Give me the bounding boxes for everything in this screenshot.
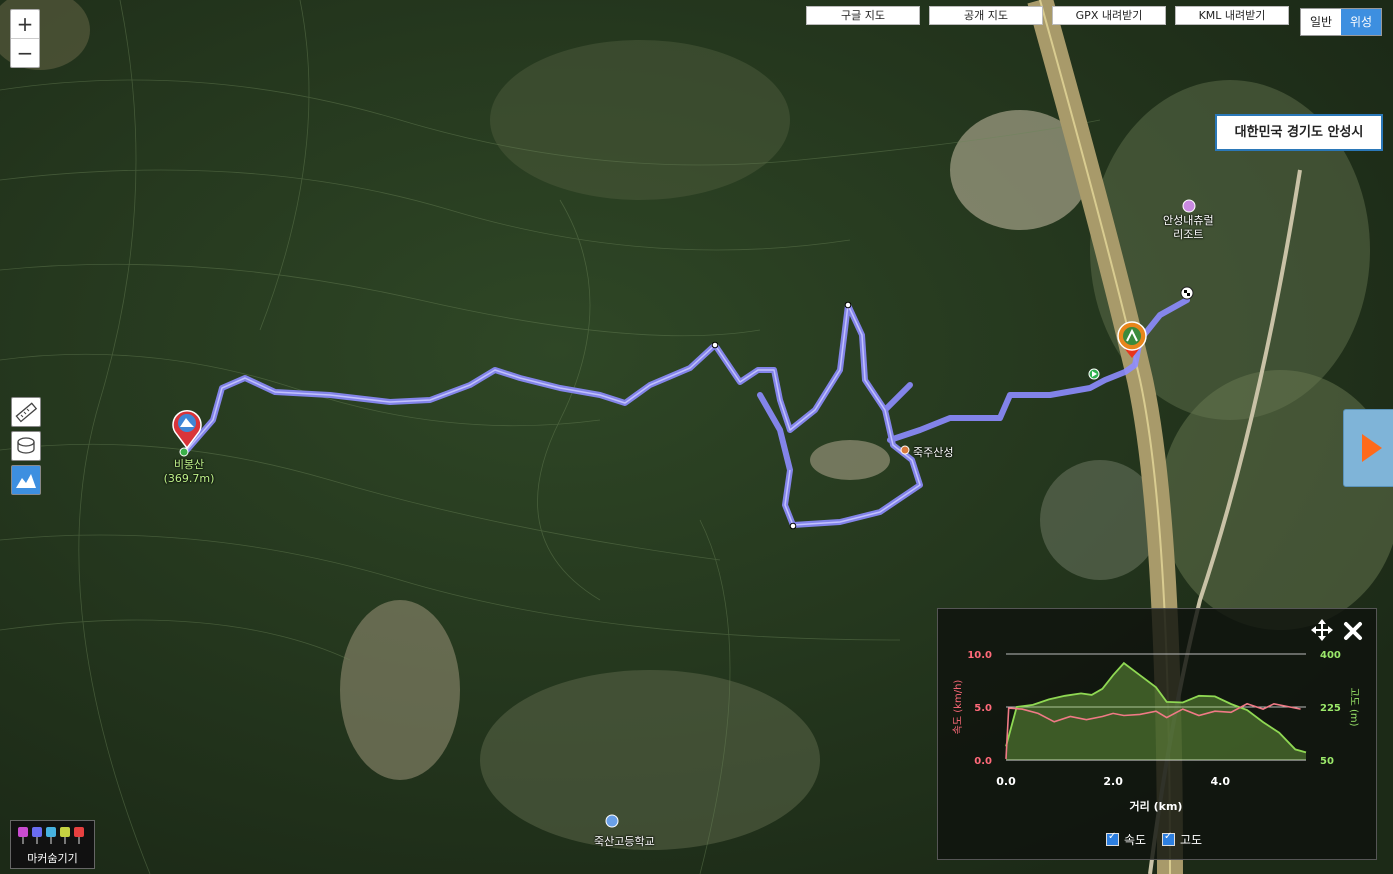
altitude-checkbox[interactable] <box>1162 831 1175 846</box>
elevation-chart-icon[interactable] <box>11 465 41 495</box>
finish-flag-icon[interactable] <box>1180 286 1194 300</box>
peak-label: 비봉산 (369.7m) <box>160 458 218 486</box>
right-axis-tick-label: 50 <box>1320 756 1334 767</box>
left-axis-tick-label: 0.0 <box>974 756 992 767</box>
gpx-download-button[interactable]: GPX 내려받기 <box>1052 6 1166 25</box>
region-label: 대한민국 경기도 안성시 <box>1215 114 1383 151</box>
left-axis-tick-label: 10.0 <box>967 650 992 661</box>
next-panel-button[interactable] <box>1343 409 1393 487</box>
hide-markers-button[interactable]: 마커숨기기 <box>10 820 95 869</box>
map-type-toggle: 일반 위성 <box>1300 8 1382 36</box>
area-measure-icon[interactable] <box>11 431 41 461</box>
altitude-legend-label: 고도 <box>1180 833 1203 847</box>
hide-markers-label: 마커숨기기 <box>27 852 78 865</box>
google-map-button[interactable]: 구글 지도 <box>806 6 920 25</box>
right-axis-label: 고도 (m) <box>1348 687 1359 726</box>
chart-move-icon[interactable] <box>1310 618 1334 642</box>
kml-download-button[interactable]: KML 내려받기 <box>1175 6 1289 25</box>
chart-close-icon[interactable] <box>1342 620 1364 642</box>
public-map-button[interactable]: 공개 지도 <box>929 6 1043 25</box>
peak-name: 비봉산 <box>173 458 205 471</box>
speed-legend-label: 속도 <box>1124 833 1147 847</box>
speed-legend[interactable]: 속도 <box>1106 831 1146 848</box>
left-axis-tick-label: 5.0 <box>974 703 992 714</box>
x-axis-label: 거리 (km) <box>1130 799 1183 813</box>
school-label: 죽산고등학교 <box>594 835 655 848</box>
x-axis-tick-label: 4.0 <box>1211 775 1231 788</box>
left-axis-label: 속도 (km/h) <box>952 680 964 735</box>
altitude-legend[interactable]: 고도 <box>1162 831 1202 848</box>
chart-svg: 0.0 5.0 10.0 50 225 400 0.0 2.0 4.0 거리 (km) 속도 (km… <box>952 650 1359 813</box>
zoom-in-button[interactable]: + <box>11 10 39 38</box>
ruler-icon[interactable] <box>11 397 41 427</box>
marker-icons <box>18 827 84 844</box>
right-axis-tick-label: 400 <box>1320 650 1341 661</box>
fortress-label: 죽주산성 <box>913 446 954 459</box>
map-type-normal-button[interactable]: 일반 <box>1301 9 1341 35</box>
elevation-speed-chart: 0.0 5.0 10.0 50 225 400 0.0 2.0 4.0 거리 (km) 속도 (km… <box>937 608 1377 860</box>
resort-label: 안성내츄럴 리조트 <box>1163 214 1214 241</box>
peak-height: (369.7m) <box>163 472 215 485</box>
zoom-control: + − <box>10 9 40 68</box>
right-axis-tick-label: 225 <box>1320 703 1341 714</box>
x-axis-tick-label: 2.0 <box>1103 775 1123 788</box>
map-type-satellite-button[interactable]: 위성 <box>1341 9 1381 35</box>
zoom-out-button[interactable]: − <box>11 38 39 67</box>
speed-checkbox[interactable] <box>1106 831 1119 846</box>
x-axis-tick-label: 0.0 <box>996 775 1016 788</box>
